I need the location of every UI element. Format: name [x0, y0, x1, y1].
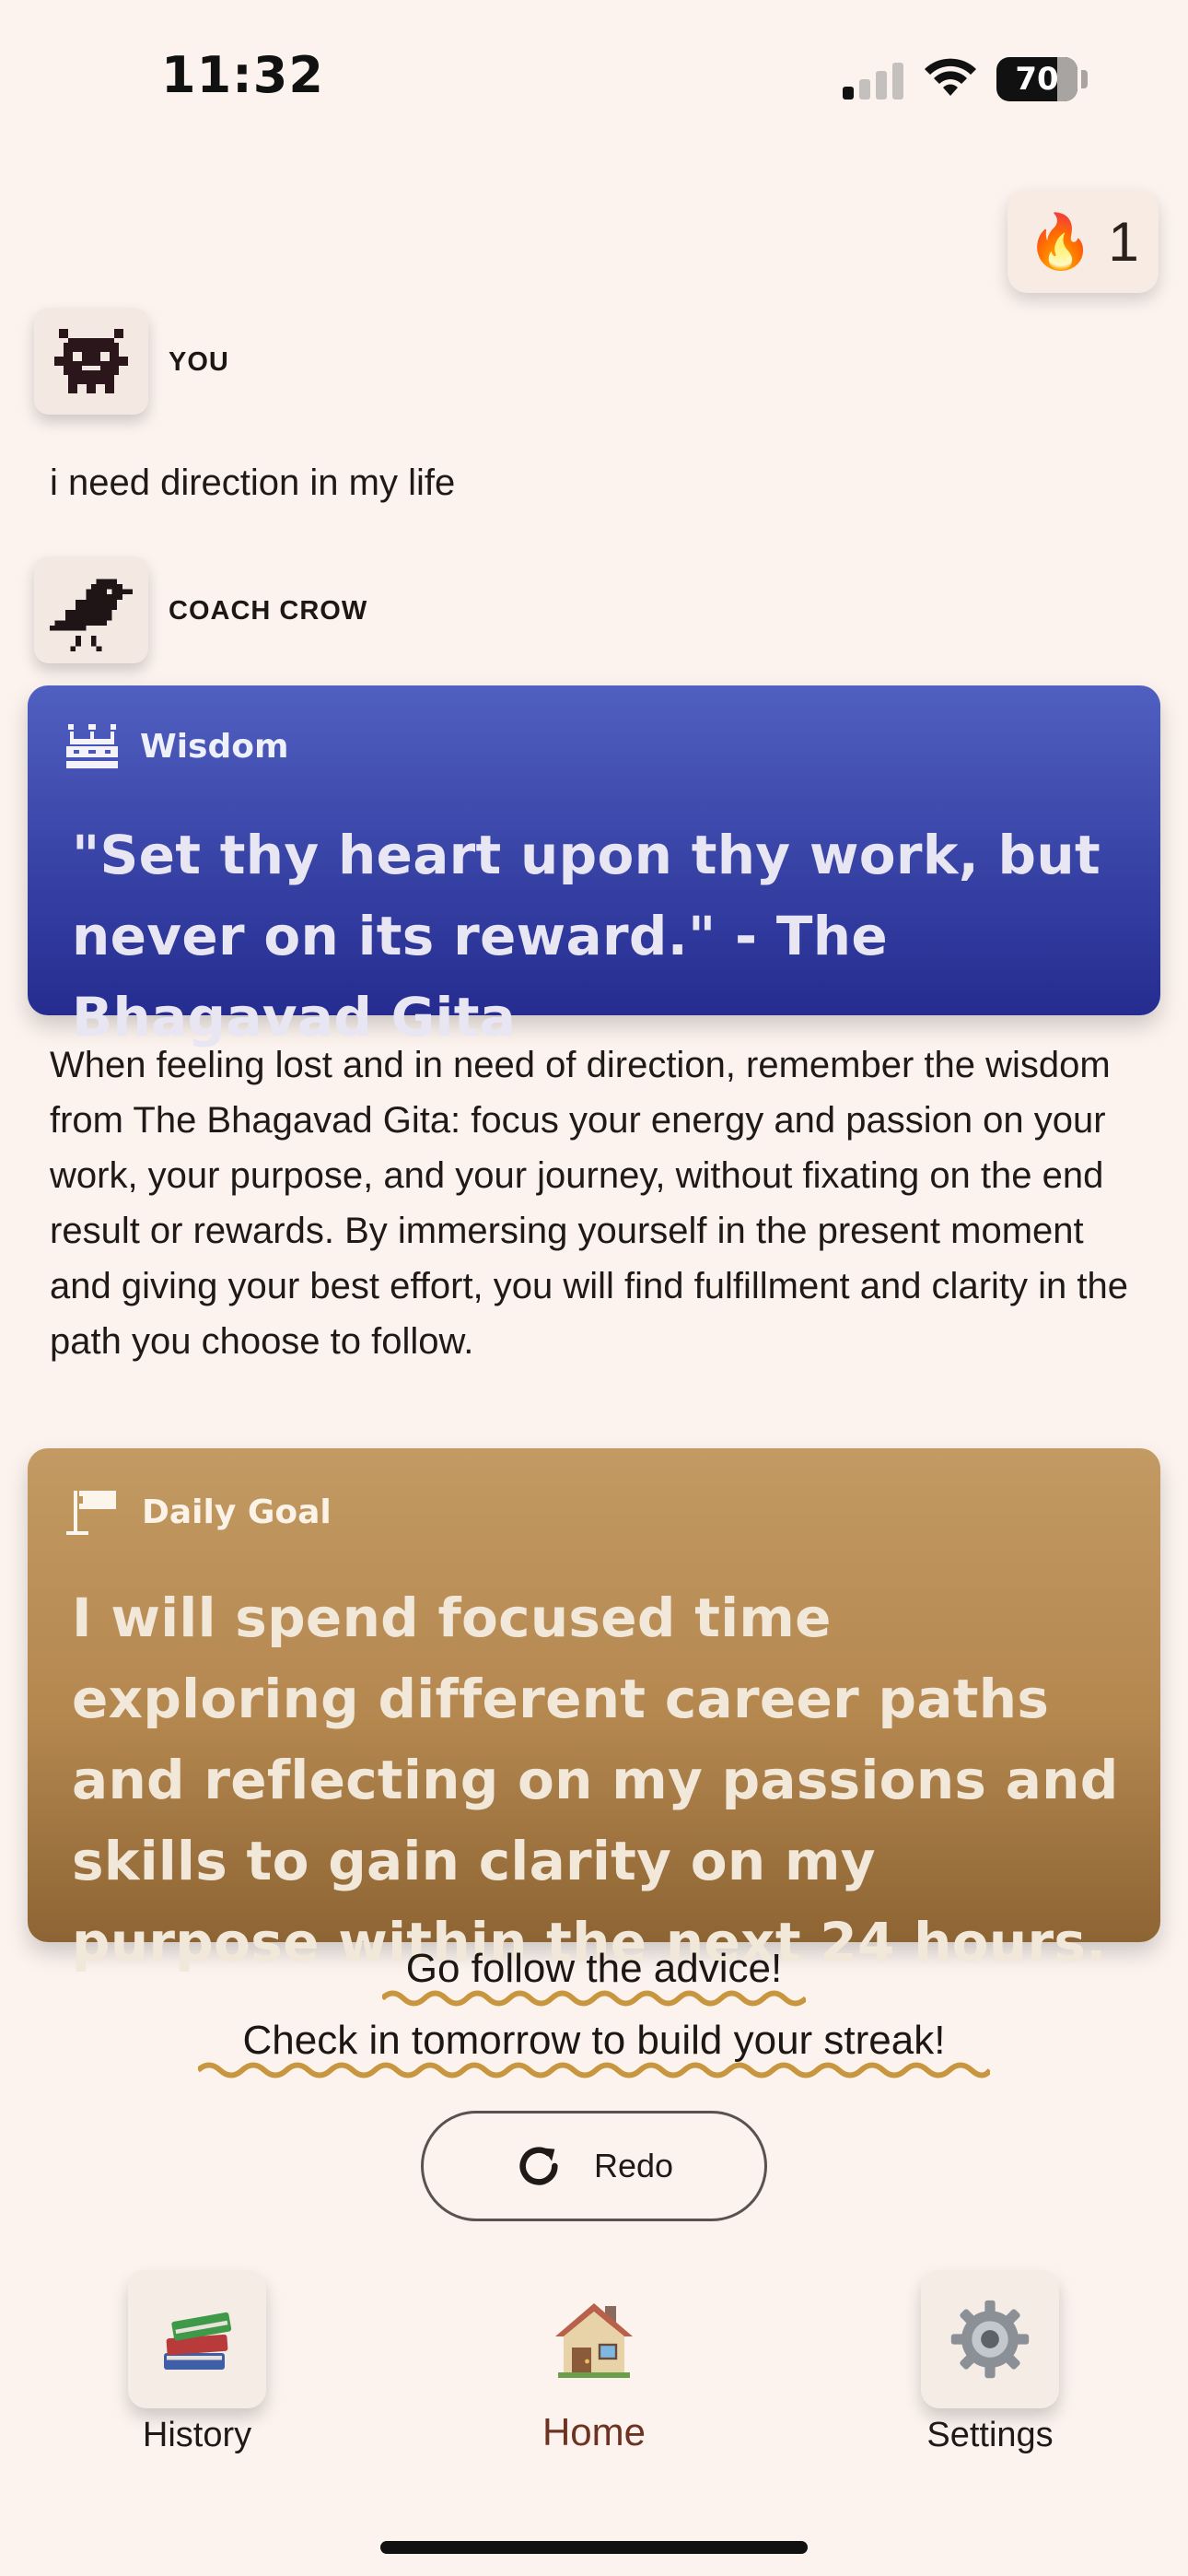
pixel-creature-icon — [54, 329, 128, 393]
app-screen: 11:32 70 🔥 1 YOU i need direction in my … — [0, 0, 1188, 2576]
books-icon — [164, 2312, 232, 2370]
wisdom-title: Wisdom — [140, 727, 289, 766]
daily-goal-card: Daily Goal I will spend focused time exp… — [28, 1448, 1160, 1973]
flag-icon — [66, 1491, 116, 1535]
house-icon — [555, 2303, 633, 2378]
fire-icon: 🔥 — [1027, 210, 1094, 273]
tab-settings-label: Settings — [926, 2416, 1054, 2454]
battery-icon: 70 — [996, 57, 1077, 101]
follow-advice-line: Go follow the advice! — [0, 1946, 1188, 2008]
wisdom-quote: "Set thy heart upon thy work, but never … — [72, 824, 1101, 1048]
user-avatar — [34, 308, 148, 415]
home-indicator[interactable] — [380, 2541, 808, 2554]
gear-icon — [950, 2300, 1030, 2379]
wifi-icon — [925, 58, 976, 96]
tab-history[interactable]: History — [96, 2270, 298, 2473]
tab-home[interactable]: Home — [493, 2270, 695, 2473]
refresh-icon — [519, 2147, 558, 2185]
daily-goal-header: Daily Goal — [66, 1485, 332, 1539]
explanation-text: When feeling lost and in need of directi… — [50, 1045, 1128, 1362]
daily-goal-text: I will spend focused time exploring diff… — [72, 1587, 1119, 1973]
pixel-crow-icon — [50, 579, 133, 651]
coach-name: COACH CROW — [169, 596, 368, 626]
follow-advice-text: Go follow the advice! — [405, 1946, 783, 1991]
redo-label: Redo — [593, 2147, 674, 2184]
wisdom-card-header: Wisdom — [66, 722, 289, 770]
coach-avatar — [34, 556, 148, 663]
check-in-text: Check in tomorrow to build your streak! — [242, 2018, 946, 2063]
user-message: i need direction in my life — [50, 463, 456, 503]
status-time: 11:32 — [161, 46, 324, 104]
user-name: YOU — [169, 347, 229, 377]
tab-history-label: History — [142, 2416, 252, 2454]
crown-icon — [66, 724, 118, 768]
check-in-line: Check in tomorrow to build your streak! — [0, 2018, 1188, 2080]
streak-count: 1 — [1108, 210, 1139, 273]
tab-home-label: Home — [542, 2410, 646, 2453]
streak-badge[interactable]: 🔥 1 — [1007, 190, 1159, 293]
cellular-signal-icon — [843, 61, 903, 100]
battery-level: 70 — [1015, 61, 1059, 98]
tab-settings[interactable]: Settings — [889, 2270, 1091, 2473]
wisdom-card: Wisdom "Set thy heart upon thy work, but… — [28, 685, 1160, 1048]
daily-goal-title: Daily Goal — [142, 1493, 332, 1531]
redo-button[interactable]: Redo — [421, 2111, 767, 2221]
